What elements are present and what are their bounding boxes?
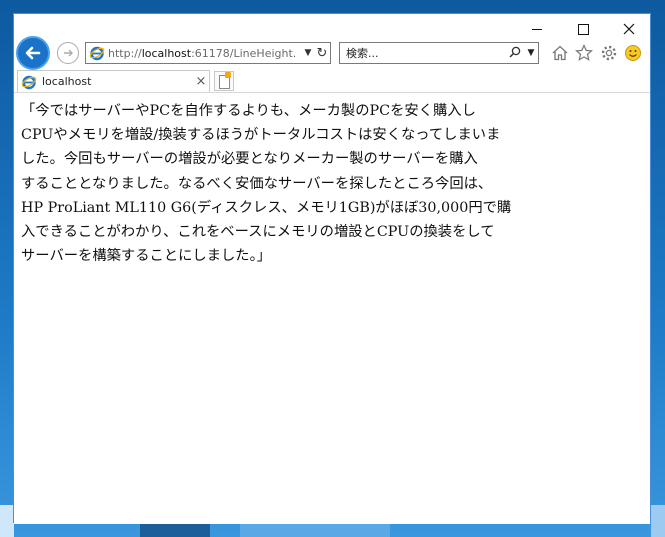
forward-arrow-icon <box>64 49 73 57</box>
ie-logo-icon <box>21 75 37 89</box>
url-rest: :61178/LineHeight. <box>191 46 297 60</box>
paragraph-line: CPUやメモリを増設/換装するほうがトータルコストは安くなってしまいま <box>21 127 501 144</box>
search-box[interactable]: ▼ <box>339 42 539 64</box>
back-arrow-icon <box>25 46 41 60</box>
home-icon[interactable] <box>550 43 570 63</box>
close-icon <box>623 23 635 35</box>
tab-title: localhost <box>42 75 92 88</box>
refresh-icon[interactable]: ↻ <box>314 46 330 61</box>
new-tab-spark-icon <box>225 72 231 78</box>
paragraph-line: HP ProLiant ML110 G6(ディスクレス、メモリ1GB)がほぼ30… <box>21 199 512 216</box>
tab-close-icon[interactable]: × <box>193 74 209 89</box>
ie-logo-icon <box>89 46 105 61</box>
back-button[interactable] <box>16 36 50 70</box>
address-dropdown-icon[interactable]: ▼ <box>302 48 314 58</box>
tab-localhost[interactable]: localhost × <box>17 70 210 92</box>
paragraph-line: した。今回もサーバーの増設が必要となりメーカー製のサーバーを購入 <box>21 151 478 168</box>
paragraph-line: 「今ではサーバーやPCを自作するよりも、メーカ製のPCを安く購入し <box>21 103 476 119</box>
forward-button[interactable] <box>57 42 79 64</box>
tab-strip: localhost × <box>14 70 650 93</box>
search-input[interactable] <box>340 45 506 61</box>
url-text[interactable]: http://localhost:61178/LineHeight. <box>108 47 302 60</box>
minimize-icon <box>532 28 542 30</box>
navigation-bar: http://localhost:61178/LineHeight. ▼ ↻ ▼ <box>14 36 650 70</box>
address-bar[interactable]: http://localhost:61178/LineHeight. ▼ ↻ <box>85 42 331 64</box>
url-host: localhost <box>141 46 192 60</box>
star-icon[interactable] <box>574 43 594 63</box>
url-prefix: http:// <box>108 46 142 60</box>
search-dropdown-icon[interactable]: ▼ <box>524 48 538 58</box>
browser-window: http://localhost:61178/LineHeight. ▼ ↻ ▼ <box>13 13 651 524</box>
paragraph-line: することとなりました。なるべく安価なサーバーを探したところ今回は、 <box>21 175 493 192</box>
desktop-decoration <box>651 505 665 537</box>
body-paragraph: 「今ではサーバーやPCを自作するよりも、メーカ製のPCを安く購入し CPUやメモ… <box>21 99 512 268</box>
search-icon[interactable] <box>506 46 524 61</box>
smiley-icon[interactable] <box>623 43 643 63</box>
desktop-decoration <box>0 505 14 537</box>
paragraph-line: サーバーを構築することにしました。」 <box>21 248 272 265</box>
page-content: 「今ではサーバーやPCを自作するよりも、メーカ製のPCを安く購入し CPUやメモ… <box>14 93 650 524</box>
paragraph-line: 入できることがわかり、これをベースにメモリの増設とCPUの換装をして <box>21 224 495 241</box>
maximize-icon <box>577 23 589 35</box>
gear-icon[interactable] <box>599 43 619 63</box>
new-tab-button[interactable] <box>214 71 234 91</box>
